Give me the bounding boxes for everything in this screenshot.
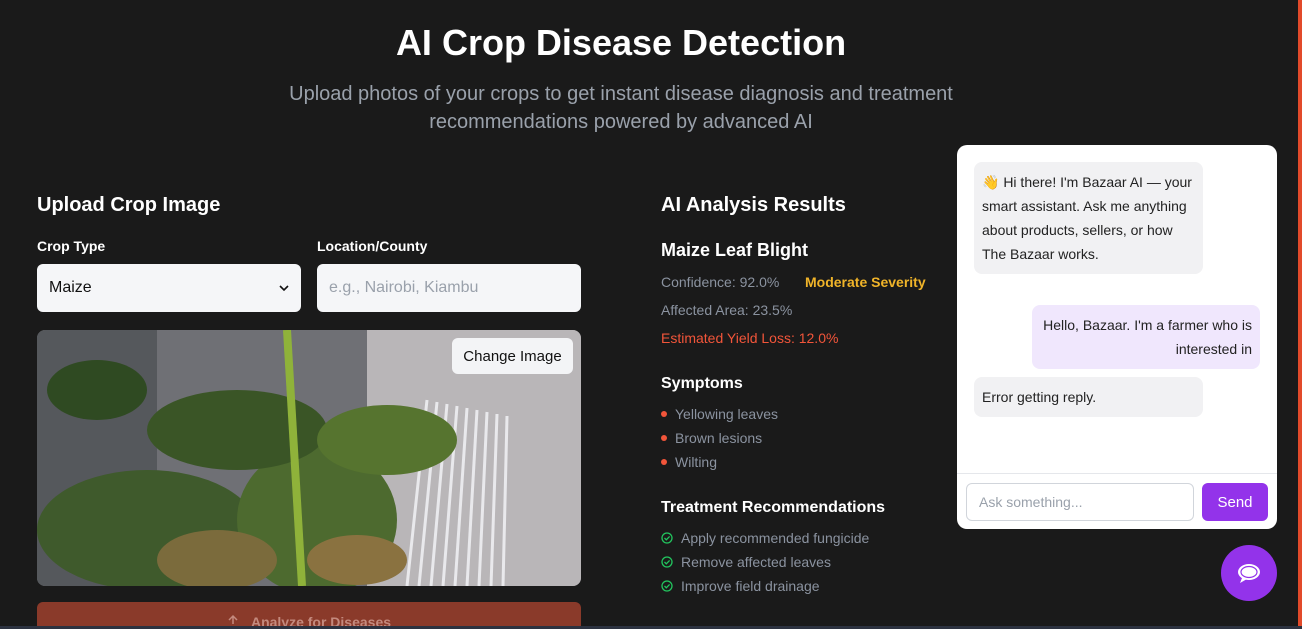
- chat-message-bot: 👋 Hi there! I'm Bazaar AI — your smart a…: [974, 162, 1203, 274]
- analyze-button[interactable]: Analyze for Diseases: [37, 602, 581, 629]
- upload-icon: [228, 614, 238, 624]
- treatment-item: Remove affected leaves: [661, 554, 831, 570]
- symptom-item: Wilting: [661, 454, 717, 470]
- chat-bubble-icon: [1238, 564, 1260, 583]
- symptoms-title: Symptoms: [661, 375, 743, 392]
- bullet-icon: [661, 411, 667, 417]
- yield-loss-text: Estimated Yield Loss: 12.0%: [661, 330, 839, 346]
- symptom-item: Brown lesions: [661, 430, 762, 446]
- window-edge: [1298, 0, 1302, 629]
- location-label: Location/County: [317, 238, 428, 254]
- chat-footer: Send: [957, 473, 1277, 529]
- crop-type-select[interactable]: Maize: [37, 264, 301, 312]
- treatment-title: Treatment Recommendations: [661, 499, 886, 516]
- bullet-icon: [661, 459, 667, 465]
- crop-type-value: Maize: [49, 279, 92, 296]
- chat-toggle-button[interactable]: [1221, 545, 1277, 601]
- treatment-item: Apply recommended fungicide: [661, 530, 869, 546]
- chevron-down-icon: [279, 285, 289, 292]
- chat-panel: 👋 Hi there! I'm Bazaar AI — your smart a…: [957, 145, 1277, 529]
- chat-message-user: Hello, Bazaar. I'm a farmer who is inter…: [1032, 305, 1260, 369]
- check-circle-icon: [661, 580, 673, 592]
- page-title: AI Crop Disease Detection: [395, 22, 847, 63]
- confidence-text: Confidence: 92.0%: [661, 274, 780, 290]
- results-section-title: AI Analysis Results: [661, 194, 846, 216]
- upload-section-title: Upload Crop Image: [37, 194, 221, 216]
- send-button[interactable]: Send: [1202, 483, 1268, 521]
- severity-badge: Moderate Severity: [805, 274, 926, 290]
- check-circle-icon: [661, 556, 673, 568]
- chat-input[interactable]: [966, 483, 1194, 521]
- chat-message-bot: Error getting reply.: [974, 377, 1203, 417]
- check-circle-icon: [661, 532, 673, 544]
- treatment-item: Improve field drainage: [661, 578, 820, 594]
- crop-type-label: Crop Type: [37, 238, 106, 254]
- disease-name: Maize Leaf Blight: [661, 240, 809, 260]
- affected-area-text: Affected Area: 23.5%: [661, 302, 793, 318]
- page-subtitle: Upload photos of your crops to get insta…: [289, 83, 953, 133]
- bullet-icon: [661, 435, 667, 441]
- symptom-item: Yellowing leaves: [661, 406, 778, 422]
- location-input[interactable]: [317, 264, 581, 312]
- change-image-button[interactable]: Change Image: [452, 338, 573, 374]
